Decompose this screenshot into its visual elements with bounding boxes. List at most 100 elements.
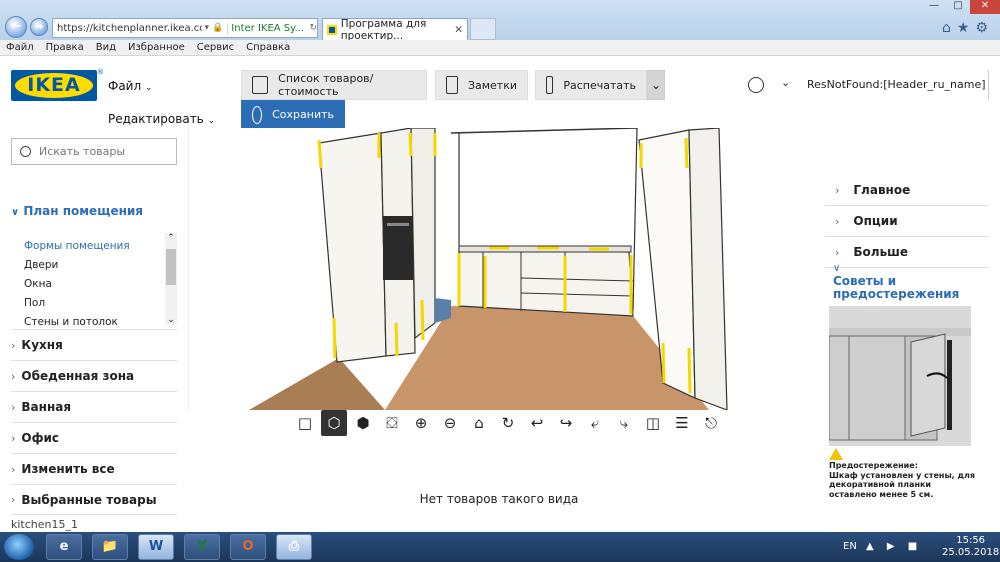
illus-door [910, 333, 946, 437]
print-button[interactable]: Распечатать [535, 70, 647, 100]
forward-button[interactable]: → [30, 18, 48, 36]
tilt-down-icon[interactable]: ⤷ [611, 410, 637, 436]
menu-tools[interactable]: Сервис [197, 42, 234, 53]
internet-explorer-icon[interactable]: e [46, 534, 82, 560]
tilt-up-icon[interactable]: ⤶ [582, 410, 608, 436]
floor-shadow [249, 358, 385, 410]
chevron-right-icon: › [11, 493, 16, 506]
outlook-icon[interactable]: O [230, 534, 266, 560]
solid-view-icon[interactable]: ⬢ [350, 410, 376, 436]
minimize-icon[interactable]: — [922, 0, 946, 14]
certificate-label[interactable]: Inter IKEA Sy... [227, 22, 306, 34]
list-item-floor[interactable]: Пол [24, 297, 164, 316]
start-button[interactable] [4, 534, 34, 560]
notes-button[interactable]: Заметки [435, 70, 528, 100]
chevron-right-icon: › [11, 431, 16, 445]
tips-section-title[interactable]: Советы и предостережения [833, 275, 988, 301]
zoom-out-icon[interactable]: ⊖ [437, 410, 463, 436]
home-icon[interactable]: ⌂ [942, 20, 957, 36]
pencil-list-icon [252, 76, 269, 94]
search-input[interactable] [39, 145, 159, 158]
category-label: Изменить все [21, 462, 115, 476]
user-menu-chevron-icon[interactable]: ⌄ [781, 76, 790, 89]
settings-gear-icon[interactable]: ⚙ [975, 20, 994, 36]
refresh-icon[interactable]: ↻ [309, 23, 317, 33]
3d-view-icon[interactable]: ⬡ [321, 410, 347, 436]
word-icon[interactable]: W [138, 534, 174, 560]
panel-options[interactable]: › Опции [825, 206, 988, 237]
close-tab-icon[interactable]: ✕ [454, 24, 463, 36]
menu-help[interactable]: Справка [246, 42, 290, 53]
lock-icon[interactable]: 🔒 [212, 23, 223, 33]
category-office[interactable]: › Офис [11, 422, 177, 453]
excel-icon[interactable]: X [184, 534, 220, 560]
ikea-logo[interactable]: IKEA ® [11, 68, 104, 101]
search-icon [20, 146, 31, 157]
product-list-button[interactable]: Список товаров/стоимость [241, 70, 427, 100]
language-indicator[interactable]: EN [843, 541, 857, 552]
rotate-forward-icon[interactable]: ↪ [553, 410, 579, 436]
edit-menu[interactable]: Редактировать ⌄ [108, 112, 215, 126]
category-selected-products[interactable]: › Выбранные товары [11, 484, 177, 515]
browser-menubar: Файл Правка Вид Избранное Сервис Справка [0, 40, 1000, 56]
back-button[interactable]: ← [5, 16, 27, 38]
maximize-icon[interactable]: □ [946, 0, 970, 14]
new-tab-button[interactable] [470, 18, 496, 40]
menu-view[interactable]: Вид [96, 42, 116, 53]
remote-desktop-icon[interactable]: ⎙ [276, 534, 312, 560]
zoom-in-icon[interactable]: ⊕ [408, 410, 434, 436]
trash-icon[interactable]: ⎋ [698, 410, 724, 436]
chevron-down-icon[interactable]: ∨ [833, 263, 840, 274]
chevron-right-icon: › [11, 338, 16, 352]
open-doors-icon[interactable]: ☰ [669, 410, 695, 436]
category-bathroom[interactable]: › Ванная [11, 391, 177, 422]
scroll-thumb[interactable] [166, 249, 176, 285]
empty-products-message: Нет товаров такого вида [419, 492, 579, 506]
user-avatar-icon[interactable] [748, 77, 764, 93]
scroll-down-icon[interactable]: ⌄ [165, 315, 177, 325]
category-label: Обеденная зона [21, 369, 135, 383]
panel-more[interactable]: › Больше [825, 237, 988, 268]
category-dining[interactable]: › Обеденная зона [11, 360, 177, 391]
home-view-icon[interactable]: ⌂ [466, 410, 492, 436]
rotate-right-icon[interactable]: ↻ [495, 410, 521, 436]
rotate-left-icon[interactable]: ↩ [524, 410, 550, 436]
save-button[interactable]: Сохранить [241, 100, 345, 129]
list-item-windows[interactable]: Окна [24, 278, 164, 297]
file-explorer-icon[interactable]: 📁 [92, 534, 128, 560]
close-window-icon[interactable]: ✕ [970, 0, 1000, 14]
2d-view-icon[interactable]: □ [292, 410, 318, 436]
category-kitchen[interactable]: › Кухня [11, 329, 177, 360]
clock-date: 25.05.2018 [942, 547, 1000, 558]
user-name-label[interactable]: ResNotFound:[Header_ru_name] [807, 78, 986, 91]
menu-favorites[interactable]: Избранное [128, 42, 185, 53]
right-wall [688, 127, 728, 411]
tray-icons[interactable]: ▲ ▶ ■ [866, 541, 922, 552]
favorites-star-icon[interactable]: ★ [957, 20, 976, 36]
list-item-room-shapes[interactable]: Формы помещения [24, 240, 164, 259]
search-dropdown-icon[interactable]: ▾ [205, 23, 210, 33]
address-url[interactable]: https://kitchenplanner.ikea.com/ru [57, 23, 202, 34]
wall-toggle-icon[interactable]: ◫ [640, 410, 666, 436]
warning-message: Предостережение: Шкаф установлен у стены… [829, 461, 979, 499]
chevron-right-icon: › [11, 369, 16, 383]
menu-edit[interactable]: Правка [46, 42, 84, 53]
oven-handle [387, 223, 409, 226]
browser-tab[interactable]: Программа для проектир... ✕ [322, 18, 468, 42]
menu-file[interactable]: Файл [6, 42, 34, 53]
kitchen-3d-view[interactable] [188, 127, 810, 411]
room-plan-section[interactable]: ∨ План помещения [11, 204, 143, 218]
list-item-doors[interactable]: Двери [24, 259, 164, 278]
sidebar-scrollbar[interactable]: ⌃ ⌄ [165, 233, 177, 325]
panel-main[interactable]: › Главное [825, 175, 988, 206]
zoom-fit-icon[interactable]: ⛋ [379, 410, 405, 436]
ceiling-edge [450, 127, 638, 134]
file-menu[interactable]: Файл ⌄ [108, 79, 153, 93]
system-clock[interactable]: 15:56 25.05.2018 [942, 535, 999, 559]
chevron-down-icon: ⌄ [144, 83, 153, 93]
category-edit-all[interactable]: › Изменить все [11, 453, 177, 484]
scroll-up-icon[interactable]: ⌃ [165, 233, 177, 243]
print-options-dropdown[interactable]: ⌄ [647, 70, 665, 100]
product-search[interactable] [11, 138, 177, 165]
address-bar[interactable]: https://kitchenplanner.ikea.com/ru ▾ 🔒 I… [52, 18, 318, 38]
